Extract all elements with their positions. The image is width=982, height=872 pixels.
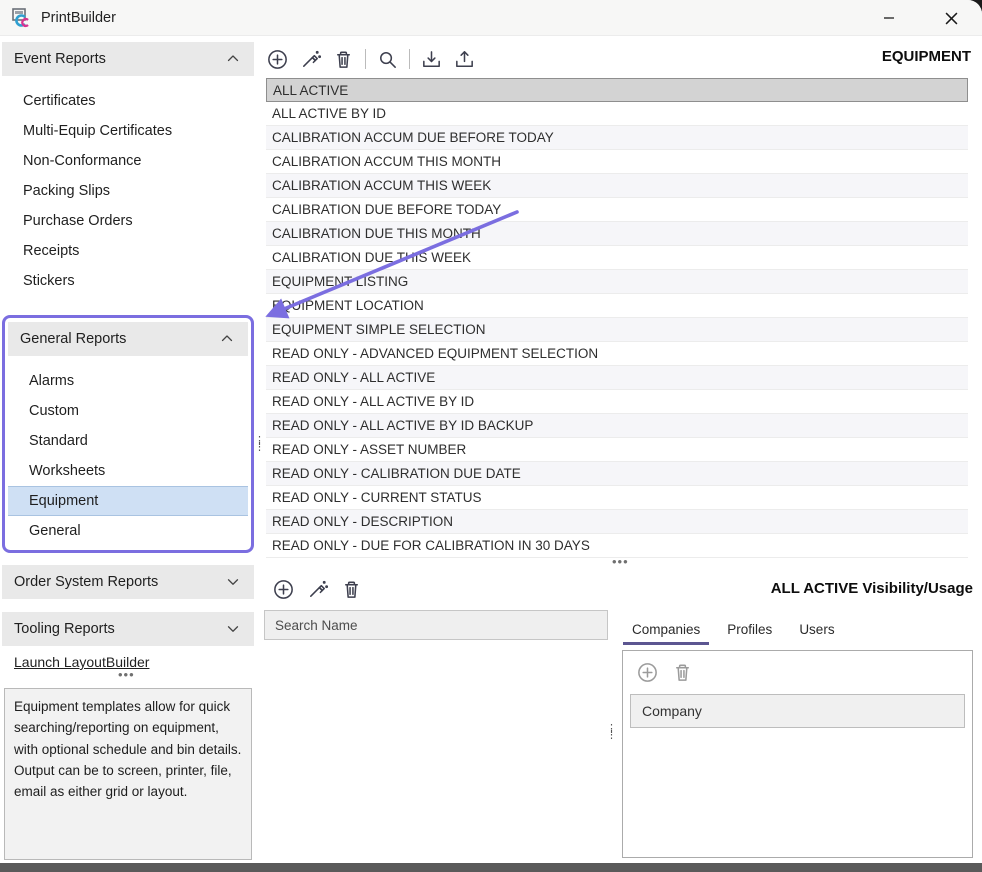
search-name-input[interactable]	[264, 610, 608, 640]
template-row-calibration-due-this-month[interactable]: CALIBRATION DUE THIS MONTH	[266, 222, 968, 246]
toolbar-separator	[365, 49, 366, 69]
visibility-usage-title: ALL ACTIVE Visibility/Usage	[771, 580, 973, 597]
chevron-down-icon	[224, 573, 242, 591]
template-row-calibration-accum-this-week[interactable]: CALIBRATION ACCUM THIS WEEK	[266, 174, 968, 198]
template-row-read-only-description[interactable]: READ ONLY - DESCRIPTION	[266, 510, 968, 534]
sidebar-splitter[interactable]: ⋮⋮	[254, 438, 265, 450]
minimize-button[interactable]	[858, 0, 920, 36]
sidebar: Event Reports CertificatesMulti-Equip Cer…	[0, 37, 258, 872]
delete-icon[interactable]	[340, 578, 363, 601]
tab-profiles[interactable]: Profiles	[727, 622, 772, 645]
section-label: General Reports	[20, 331, 126, 347]
section-label: Order System Reports	[14, 574, 158, 590]
chevron-down-icon	[224, 620, 242, 638]
delete-icon[interactable]	[332, 48, 355, 71]
sidebar-item-purchase-orders[interactable]: Purchase Orders	[2, 206, 254, 236]
sidebar-section-general-reports: General Reports AlarmsCustomStandardWorks…	[2, 315, 254, 553]
search-icon[interactable]	[376, 48, 399, 71]
template-row-all-active[interactable]: ALL ACTIVE	[266, 78, 968, 102]
chevron-up-icon	[218, 330, 236, 348]
import-icon[interactable]	[420, 48, 443, 71]
window-title: PrintBuilder	[41, 10, 116, 26]
sidebar-item-equipment[interactable]: Equipment	[8, 486, 248, 516]
sidebar-section-tooling-reports: Tooling Reports	[2, 612, 254, 646]
category-header: EQUIPMENT	[882, 48, 971, 65]
sidebar-item-receipts[interactable]: Receipts	[2, 236, 254, 266]
add-icon[interactable]	[272, 578, 295, 601]
section-items: AlarmsCustomStandardWorksheetsEquipmentG…	[8, 356, 248, 550]
template-row-calibration-due-before-today[interactable]: CALIBRATION DUE BEFORE TODAY	[266, 198, 968, 222]
chevron-up-icon	[224, 50, 242, 68]
companies-toolbar	[623, 651, 972, 684]
edit-wand-icon[interactable]	[299, 48, 322, 71]
company-column-header[interactable]: Company	[630, 694, 965, 728]
template-row-read-only-asset-number[interactable]: READ ONLY - ASSET NUMBER	[266, 438, 968, 462]
companies-panel: Company	[622, 650, 973, 858]
title-bar: PrintBuilder	[0, 0, 982, 36]
section-header-order-system-reports[interactable]: Order System Reports	[2, 565, 254, 599]
template-row-equipment-location[interactable]: EQUIPMENT LOCATION	[266, 294, 968, 318]
sidebar-item-stickers[interactable]: Stickers	[2, 266, 254, 296]
sidebar-item-standard[interactable]: Standard	[8, 426, 248, 456]
name-list-toolbar	[272, 578, 363, 601]
sidebar-item-certificates[interactable]: Certificates	[2, 86, 254, 116]
export-icon[interactable]	[453, 48, 476, 71]
sidebar-item-non-conformance[interactable]: Non-Conformance	[2, 146, 254, 176]
template-description-box: Equipment templates allow for quick sear…	[4, 688, 252, 860]
taskbar-edge	[0, 863, 982, 872]
template-row-calibration-accum-due-before-today[interactable]: CALIBRATION ACCUM DUE BEFORE TODAY	[266, 126, 968, 150]
template-row-read-only-calibration-due-date[interactable]: READ ONLY - CALIBRATION DUE DATE	[266, 462, 968, 486]
visibility-tabs: Companies Profiles Users	[632, 622, 835, 645]
tab-users[interactable]: Users	[799, 622, 834, 645]
sidebar-item-general[interactable]: General	[8, 516, 248, 546]
section-items: CertificatesMulti-Equip CertificatesNon-…	[2, 76, 254, 300]
close-button[interactable]	[920, 0, 982, 36]
add-icon[interactable]	[636, 661, 659, 684]
add-icon[interactable]	[266, 48, 289, 71]
section-header-general-reports[interactable]: General Reports	[8, 322, 248, 356]
minimize-icon	[883, 12, 895, 24]
app-icon	[12, 8, 32, 28]
section-header-event-reports[interactable]: Event Reports	[2, 42, 254, 76]
template-row-read-only-all-active[interactable]: READ ONLY - ALL ACTIVE	[266, 366, 968, 390]
section-label: Event Reports	[14, 51, 106, 67]
bottom-panel-splitter[interactable]: ⋮⋮	[606, 726, 617, 738]
close-icon	[945, 12, 958, 25]
sidebar-item-multi-equip-certificates[interactable]: Multi-Equip Certificates	[2, 116, 254, 146]
printbuilder-window: PrintBuilder Event Reports CertificatesMu…	[0, 0, 982, 872]
template-row-read-only-all-active-by-id-backup[interactable]: READ ONLY - ALL ACTIVE BY ID BACKUP	[266, 414, 968, 438]
template-row-calibration-accum-this-month[interactable]: CALIBRATION ACCUM THIS MONTH	[266, 150, 968, 174]
template-row-read-only-current-status[interactable]: READ ONLY - CURRENT STATUS	[266, 486, 968, 510]
sidebar-item-custom[interactable]: Custom	[8, 396, 248, 426]
toolbar-separator	[409, 49, 410, 69]
sidebar-section-event-reports: Event Reports CertificatesMulti-Equip Cer…	[2, 42, 254, 300]
template-list: ALL ACTIVEALL ACTIVE BY IDCALIBRATION AC…	[266, 78, 968, 558]
template-row-calibration-due-this-week[interactable]: CALIBRATION DUE THIS WEEK	[266, 246, 968, 270]
sidebar-section-order-system-reports: Order System Reports	[2, 565, 254, 599]
template-row-read-only-all-active-by-id[interactable]: READ ONLY - ALL ACTIVE BY ID	[266, 390, 968, 414]
template-row-equipment-simple-selection[interactable]: EQUIPMENT SIMPLE SELECTION	[266, 318, 968, 342]
horizontal-splitter[interactable]: •••	[612, 558, 629, 566]
sidebar-item-worksheets[interactable]: Worksheets	[8, 456, 248, 486]
delete-icon[interactable]	[671, 661, 694, 684]
tab-companies[interactable]: Companies	[632, 622, 700, 645]
template-row-equipment-listing[interactable]: EQUIPMENT LISTING	[266, 270, 968, 294]
sidebar-overflow-dots[interactable]: •••	[118, 671, 135, 679]
template-row-all-active-by-id[interactable]: ALL ACTIVE BY ID	[266, 102, 968, 126]
section-label: Tooling Reports	[14, 621, 115, 637]
template-toolbar	[266, 44, 972, 74]
sidebar-item-packing-slips[interactable]: Packing Slips	[2, 176, 254, 206]
edit-wand-icon[interactable]	[306, 578, 329, 601]
sidebar-item-alarms[interactable]: Alarms	[8, 366, 248, 396]
template-row-read-only-advanced-equipment-selection[interactable]: READ ONLY - ADVANCED EQUIPMENT SELECTION	[266, 342, 968, 366]
section-header-tooling-reports[interactable]: Tooling Reports	[2, 612, 254, 646]
